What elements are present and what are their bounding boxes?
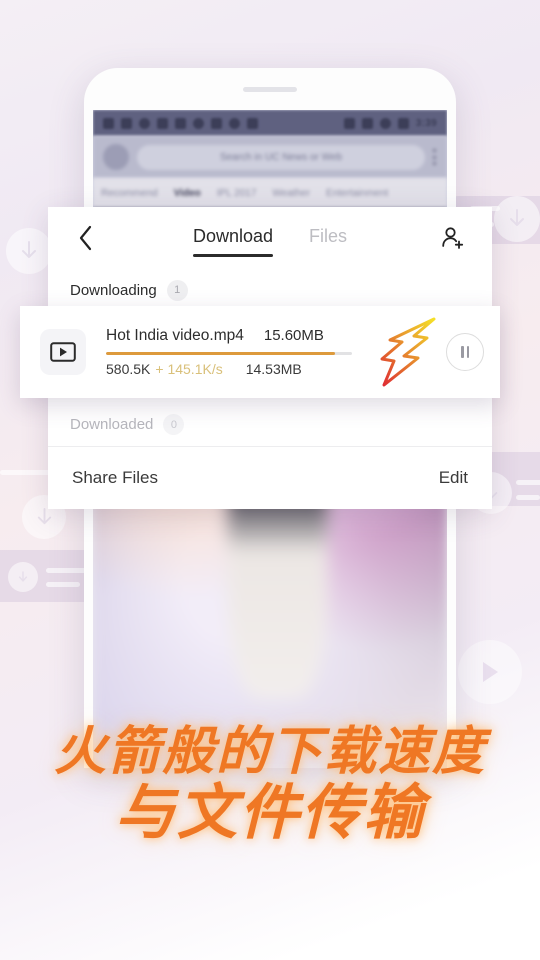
more-options-icon[interactable] xyxy=(433,149,437,165)
browser-tab[interactable]: IPL 2017 xyxy=(217,188,257,199)
back-button[interactable] xyxy=(70,223,100,253)
watermark-play-icon xyxy=(458,640,522,704)
sim-icon xyxy=(175,117,186,129)
edit-button[interactable]: Edit xyxy=(439,468,468,488)
download-item-info: Hot India video.mp4 15.60MB 580.5K + 145… xyxy=(106,327,366,377)
progress-bar xyxy=(106,352,352,355)
video-play-icon xyxy=(50,342,76,362)
search-input[interactable]: Search in UC News or Web xyxy=(137,144,425,170)
record-icon xyxy=(229,117,240,129)
browser-tab-strip[interactable]: Recommend Video IPL 2017 Weather Enterta… xyxy=(93,178,447,208)
add-user-button[interactable] xyxy=(436,221,470,255)
download-arrow-icon xyxy=(22,241,36,258)
download-arrow-icon xyxy=(510,209,524,226)
headline-line-1: 火箭般的下载速度 xyxy=(53,724,486,781)
downloaded-section-header: Downloaded 0 xyxy=(48,403,492,447)
downloaded-amount: 580.5K xyxy=(106,361,151,377)
downloaded-count-badge: 0 xyxy=(163,414,185,435)
tab-files[interactable]: Files xyxy=(309,226,347,250)
signal-icon xyxy=(103,117,114,129)
panel-tab-group: Download Files xyxy=(48,207,492,269)
watermark-download-icon xyxy=(494,196,540,242)
download-item-card[interactable]: Hot India video.mp4 15.60MB 580.5K + 145… xyxy=(20,306,500,398)
person-add-icon xyxy=(442,227,464,249)
battery-icon xyxy=(397,117,409,129)
clock-icon xyxy=(139,117,150,129)
wifi-status-icon xyxy=(361,117,373,129)
play-triangle-icon xyxy=(483,662,498,682)
browser-tab[interactable]: Video xyxy=(174,188,201,199)
promo-headline: 火箭般的下载速度 与文件传输 xyxy=(0,726,540,844)
play-icon xyxy=(211,117,222,129)
file-name: Hot India video.mp4 xyxy=(106,327,244,344)
share-files-button[interactable]: Share Files xyxy=(72,468,158,488)
downloading-count-badge: 1 xyxy=(166,279,188,301)
chevron-left-icon xyxy=(79,225,91,251)
media-icon xyxy=(247,117,258,129)
avatar[interactable] xyxy=(103,144,129,170)
panel-header: Download Files xyxy=(48,207,492,269)
browser-tab[interactable]: Weather xyxy=(272,188,310,199)
panel-footer: Share Files Edit xyxy=(48,447,492,509)
browser-address-bar[interactable]: Search in UC News or Web xyxy=(93,136,447,178)
download-item-stats-row: 580.5K + 145.1K/s 14.53MB xyxy=(106,361,366,377)
phone-speaker xyxy=(243,87,297,92)
download-arrow-icon xyxy=(37,507,51,524)
headline-line-2: 与文件传输 xyxy=(115,780,425,847)
downloading-label: Downloading xyxy=(70,281,157,299)
network-icon xyxy=(121,117,132,129)
file-thumbnail xyxy=(40,329,86,375)
lightning-bolt-icon xyxy=(380,317,436,387)
progress-bar-fill xyxy=(106,352,335,355)
file-total-size: 15.60MB xyxy=(263,327,324,344)
received-amount: 14.53MB xyxy=(245,361,302,377)
browser-tab[interactable]: Recommend xyxy=(101,188,158,199)
volume-icon xyxy=(379,117,391,129)
pause-bar-icon xyxy=(461,346,464,358)
app-icon xyxy=(193,117,204,129)
pause-bar-icon xyxy=(466,346,469,358)
browser-tab[interactable]: Entertainment xyxy=(326,188,388,199)
watermark-download-icon xyxy=(6,228,52,274)
watermark-download-icon xyxy=(8,562,38,592)
download-speed: + 145.1K/s xyxy=(155,361,223,377)
pause-button[interactable] xyxy=(446,333,484,371)
download-item-title-row: Hot India video.mp4 15.60MB xyxy=(106,327,366,345)
wifi-icon xyxy=(157,117,168,129)
status-bar: 3:39 xyxy=(93,110,447,136)
downloaded-label: Downloaded xyxy=(70,416,154,433)
status-time: 3:39 xyxy=(415,117,437,129)
download-arrow-icon xyxy=(18,570,28,582)
tab-download[interactable]: Download xyxy=(192,226,274,257)
downloading-section-header: Downloading 1 xyxy=(48,269,492,311)
bluetooth-icon xyxy=(343,117,355,129)
